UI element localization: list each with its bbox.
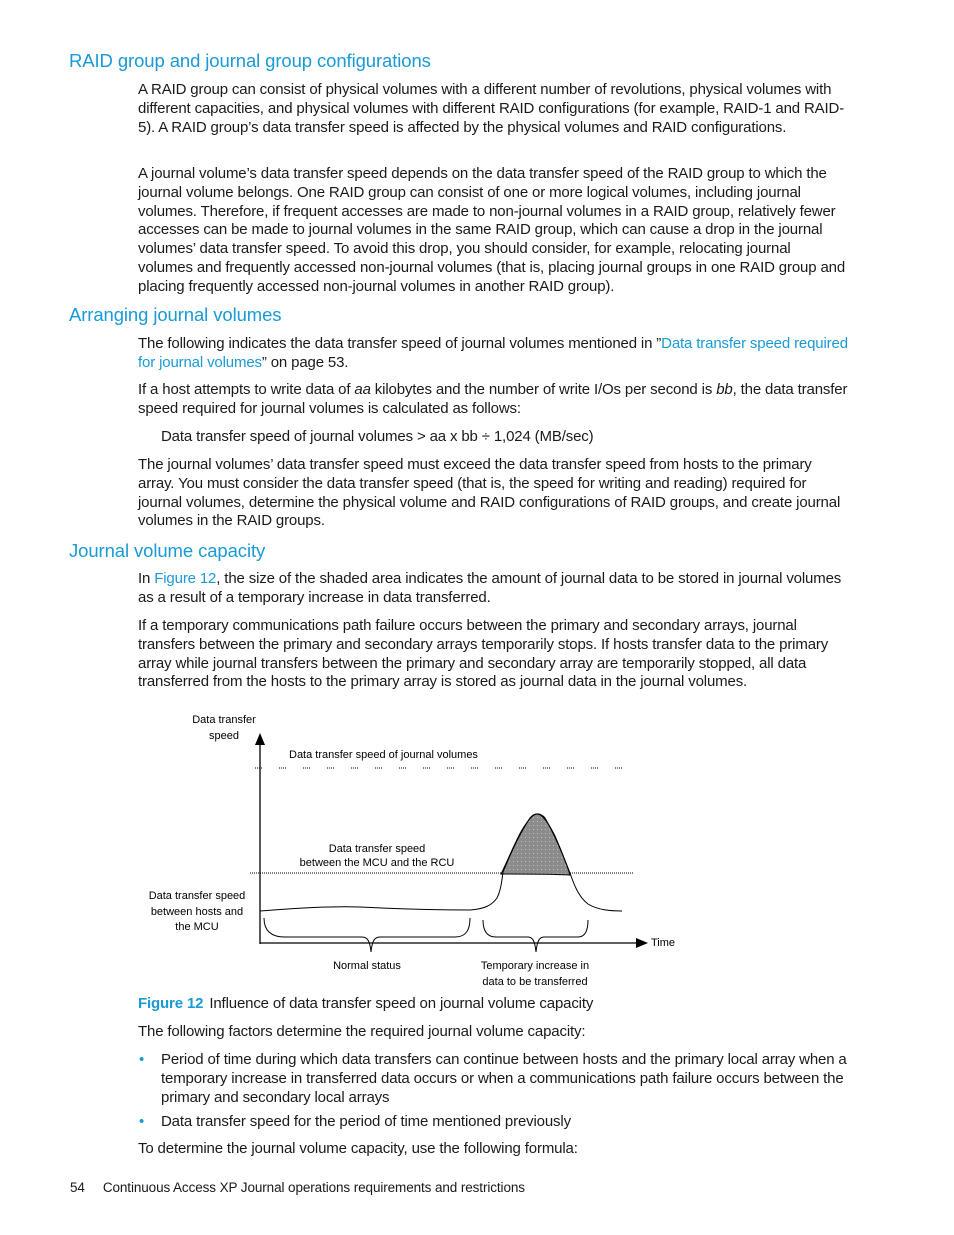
bullet-icon: •: [139, 1113, 145, 1131]
temporary-increase-label: Temporary increase in: [481, 960, 589, 972]
list-item: • Period of time during which data transf…: [138, 1051, 848, 1107]
y-axis-label: speed: [209, 730, 239, 742]
variable-bb: bb: [716, 381, 733, 398]
normal-status-label: Normal status: [333, 960, 401, 972]
footer-title: Continuous Access XP Journal operations …: [102, 1180, 525, 1195]
journal-speed-label: Data transfer speed of journal volumes: [289, 749, 478, 761]
temporary-increase-brace: [482, 919, 589, 953]
figure-link[interactable]: Figure 12: [154, 570, 216, 587]
paragraph: In Figure 12, the size of the shaded are…: [138, 570, 848, 608]
section-heading-raid-group: RAID group and journal group configurati…: [69, 50, 431, 71]
section-heading-arranging-journal: Arranging journal volumes: [69, 304, 282, 325]
paragraph: The following factors determine the requ…: [138, 1023, 586, 1040]
figure-caption-text: Influence of data transfer speed on jour…: [209, 995, 594, 1012]
normal-status-brace: [263, 917, 471, 953]
section-heading-journal-capacity: Journal volume capacity: [69, 540, 266, 561]
bullet-icon: •: [139, 1051, 145, 1068]
text: ” on page 53.: [261, 353, 349, 371]
list-item-text: Data transfer speed for the period of ti…: [161, 1113, 571, 1131]
text: The following indicates the data transfe…: [138, 335, 662, 352]
list-item-text: Period of time during which data transfe…: [161, 1051, 847, 1106]
paragraph: If a host attempts to write data of aa k…: [138, 381, 848, 419]
paragraph: To determine the journal volume capacity…: [138, 1140, 578, 1157]
text: If a host attempts to write data of: [138, 381, 355, 398]
figure-caption: Figure 12 Influence of data transfer spee…: [138, 995, 593, 1012]
temporary-increase-label: data to be transferred: [482, 976, 587, 988]
mcu-rcu-speed-label: Data transfer speed: [329, 843, 426, 855]
host-mcu-speed-label: Data transfer speed: [149, 890, 246, 902]
paragraph: If a temporary communications path failu…: [138, 617, 829, 691]
x-axis-arrow: [636, 938, 648, 948]
text: In: [138, 570, 155, 587]
y-axis-arrow: [255, 733, 265, 745]
bullet-list: • Period of time during which data transf…: [138, 1051, 848, 1138]
journal-data-shaded-area: [500, 813, 571, 876]
figure-diagram: Data transfer speed Data transfer speed …: [149, 714, 675, 988]
paragraph: The following indicates the data transfe…: [138, 335, 848, 373]
figure-number: Figure 12: [138, 995, 204, 1012]
page-footer: 54 Continuous Access XP Journal operation…: [70, 1180, 525, 1195]
variable-aa: aa: [354, 381, 371, 398]
formula: Data transfer speed of journal volumes >…: [161, 428, 594, 445]
text: kilobytes and the number of write I/Os p…: [370, 381, 717, 398]
paragraph: The journal volumes’ data transfer speed…: [138, 456, 841, 530]
page-number: 54: [70, 1180, 85, 1195]
list-item: • Data transfer speed for the period of t…: [138, 1113, 848, 1132]
x-axis-label: Time: [651, 937, 675, 949]
y-axis-label: Data transfer: [192, 714, 256, 726]
paragraph: A journal volume’s data transfer speed d…: [138, 165, 846, 295]
mcu-rcu-speed-label: between the MCU and the RCU: [300, 857, 455, 869]
host-mcu-speed-label: the MCU: [175, 921, 218, 933]
text: , the size of the shaded area indicates …: [138, 570, 842, 606]
paragraph: A RAID group can consist of physical vol…: [138, 81, 845, 136]
host-mcu-speed-label: between hosts and: [151, 906, 243, 918]
